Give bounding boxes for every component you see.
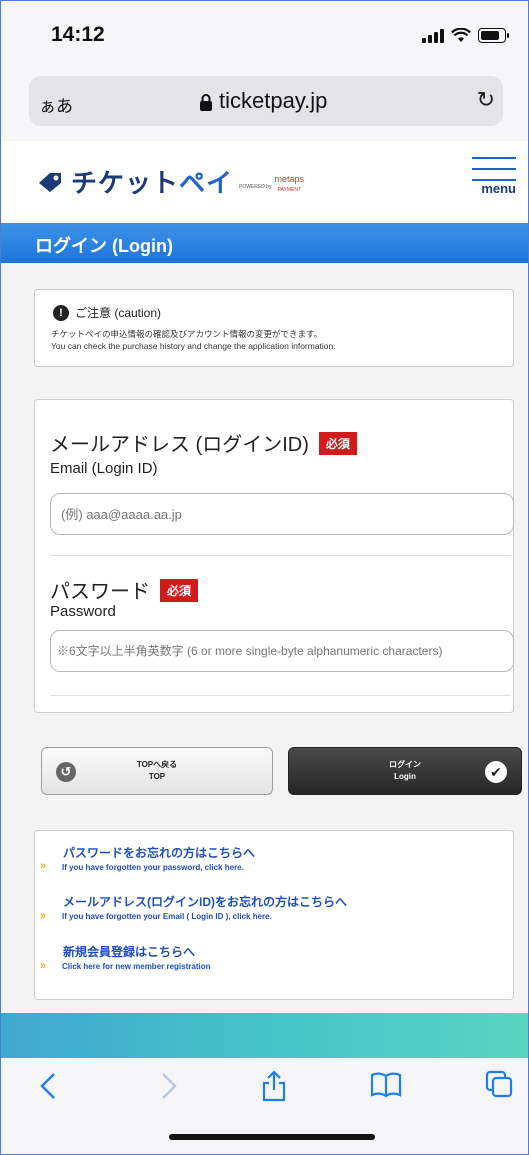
signal-icon (422, 27, 444, 43)
login-button[interactable]: ログイン Login ✔ (288, 747, 522, 795)
double-chevron-icon: » (40, 910, 47, 922)
menu-label: menu (481, 181, 516, 196)
double-chevron-icon: » (40, 860, 47, 872)
logo-text-a: チケット (71, 168, 180, 198)
chevron-left-icon[interactable] (28, 1070, 68, 1110)
book-icon[interactable] (366, 1070, 406, 1110)
email-label: メールアドレス (ログインID) 必須 (50, 428, 357, 457)
forgot-password-link[interactable]: パスワードをお忘れの方はこちらへ (63, 844, 255, 861)
tabs-icon[interactable] (479, 1070, 519, 1110)
caution-text-ja: チケットペイの申込情報の確認及びアカウント情報の変更ができます。 (51, 329, 323, 339)
required-badge: 必須 (160, 579, 199, 602)
home-indicator (169, 1134, 375, 1140)
caution-text-en: You can check the purchase history and c… (51, 341, 336, 351)
divider (50, 555, 511, 556)
exclamation-icon: ! (53, 304, 69, 321)
divider (50, 695, 511, 696)
required-badge: 必須 (318, 432, 357, 455)
password-sublabel: Password (50, 603, 116, 620)
menu-button[interactable]: menu (472, 157, 516, 211)
help-links-box: パスワードをお忘れの方はこちらへ » If you have forgotten… (34, 830, 514, 1000)
login-form: メールアドレス (ログインID)必須 Email (Login ID) パスワー… (34, 399, 514, 713)
address-bar[interactable]: ぁあ ticketpay.jp ↻ (29, 76, 503, 126)
site-logo[interactable]: チケット ペイ POWERED by metaps PAYMENT (37, 163, 304, 200)
reader-aa-button[interactable]: ぁあ (39, 92, 73, 117)
page-title: ログイン (Login) (35, 236, 173, 256)
password-field[interactable] (50, 630, 514, 672)
url-display[interactable]: ticketpay.jp (199, 88, 327, 114)
register-link-en[interactable]: Click here for new member registration (62, 962, 211, 971)
wifi-icon (451, 28, 471, 42)
hamburger-icon (472, 157, 516, 159)
register-link[interactable]: 新規会員登録はこちらへ (63, 943, 195, 960)
caution-title: ご注意 (caution) (75, 306, 162, 320)
caution-box: ! ご注意 (caution) チケットペイの申込情報の確認及びアカウント情報の… (34, 289, 514, 367)
browser-toolbar (1, 1058, 528, 1154)
url-text: ticketpay.jp (219, 88, 328, 113)
email-sublabel: Email (Login ID) (50, 460, 158, 477)
powered-by: POWERED by (239, 183, 272, 190)
double-chevron-icon: » (40, 960, 47, 972)
main-content: ! ご注意 (caution) チケットペイの申込情報の確認及びアカウント情報の… (1, 263, 528, 823)
forgot-email-link-en[interactable]: If you have forgotten your Email ( Login… (62, 912, 272, 921)
forgot-email-link[interactable]: メールアドレス(ログインID)をお忘れの方はこちらへ (63, 893, 347, 910)
share-icon[interactable] (254, 1070, 294, 1110)
email-field[interactable] (50, 493, 514, 535)
lock-icon (200, 94, 212, 112)
back-to-top-button[interactable]: ↺ TOPへ戻る TOP (41, 747, 273, 795)
status-bar: 14:12 (1, 1, 528, 76)
check-icon: ✔ (485, 761, 507, 783)
forgot-password-link-en[interactable]: If you have forgotten your password, cli… (62, 863, 244, 872)
metaps-logo: metaps PAYMENT (274, 173, 305, 193)
status-time: 14:12 (51, 23, 105, 46)
chevron-right-icon[interactable] (149, 1070, 189, 1110)
logo-mark-icon (39, 172, 61, 192)
footer-gradient (1, 1013, 528, 1058)
site-header: チケット ペイ POWERED by metaps PAYMENT menu (1, 141, 528, 223)
help-links-section: パスワードをお忘れの方はこちらへ » If you have forgotten… (1, 823, 528, 1013)
password-label: パスワード 必須 (50, 575, 199, 604)
reload-icon[interactable]: ↻ (477, 87, 495, 113)
page-title-bar: ログイン (Login) (1, 223, 528, 263)
phone-screen: 14:12 ぁあ ticketpay.jp ↻ チケット ペイ POWERED … (0, 0, 529, 1155)
battery-icon (478, 28, 509, 43)
status-icons (422, 27, 509, 43)
logo-text-b: ペイ (179, 168, 234, 198)
